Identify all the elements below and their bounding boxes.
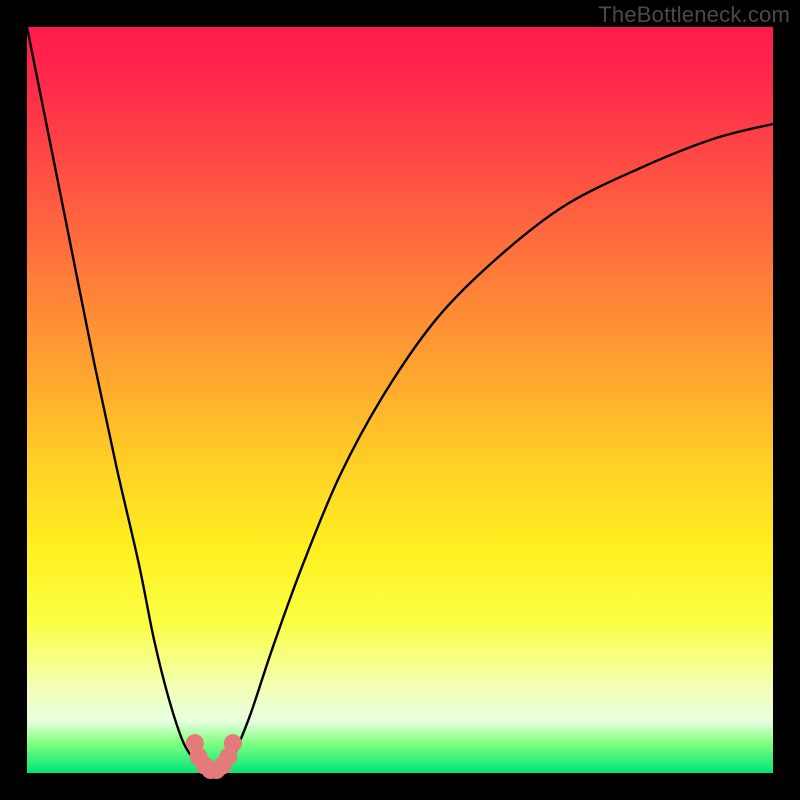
chart-plot-area xyxy=(27,27,773,773)
highlight-markers xyxy=(186,734,242,779)
bottleneck-curve-line xyxy=(27,27,773,774)
watermark-text: TheBottleneck.com xyxy=(598,2,790,28)
highlight-marker xyxy=(224,734,242,752)
chart-svg xyxy=(27,27,773,773)
